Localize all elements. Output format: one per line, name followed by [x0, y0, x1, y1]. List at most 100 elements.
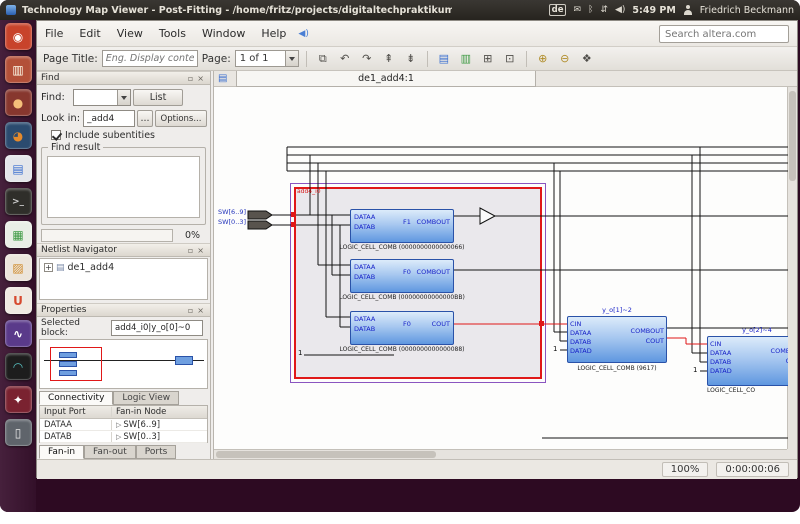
tab-ports[interactable]: Ports	[136, 445, 177, 459]
network-icon[interactable]: ⇵	[600, 5, 608, 15]
logic-cell-y1[interactable]: CIN DATAA DATAB DATAD COMBOUT COUT	[567, 316, 667, 363]
volume-icon[interactable]: ◀)	[615, 5, 625, 15]
find-panel-title: Find	[41, 73, 59, 83]
page-title-input[interactable]	[102, 50, 198, 67]
detach-window-button[interactable]: ⧉	[314, 50, 332, 68]
browse-button[interactable]: ...	[137, 110, 153, 127]
options-button[interactable]: Options...	[155, 110, 207, 127]
preview-thumbnail[interactable]	[39, 339, 208, 389]
mail-icon[interactable]: ✉	[573, 5, 581, 15]
fit-view-button[interactable]: ❖	[578, 50, 596, 68]
close-panel-icon[interactable]: ×	[195, 74, 206, 83]
menu-tools[interactable]: Tools	[151, 27, 194, 40]
launcher-icon-files[interactable]: ▥	[5, 56, 32, 83]
ubuntu-one-icon: U	[13, 294, 23, 308]
launcher-icon-tool[interactable]: ✦	[5, 386, 32, 413]
page-select[interactable]: 1 of 1	[235, 50, 299, 67]
launcher-icon-software[interactable]: ●	[5, 89, 32, 116]
input-pin-label[interactable]: SW[0..3]	[216, 219, 246, 226]
page-up-button[interactable]: ⇞	[380, 50, 398, 68]
left-dock: Find ▫ × Find: List Look in: ... Options…	[37, 71, 211, 459]
find-combobox[interactable]	[73, 89, 131, 106]
menu-help[interactable]: Help	[253, 27, 294, 40]
tab-fan-out[interactable]: Fan-out	[84, 445, 136, 459]
cell-port-datad: DATAD	[570, 348, 592, 355]
search-input[interactable]	[659, 25, 789, 43]
input-pin-label[interactable]: SW[6..9]	[216, 209, 246, 216]
schematic-canvas: ▤ de1_add4:1 add4_i0	[213, 71, 797, 459]
float-panel-icon[interactable]: ▫	[186, 246, 195, 255]
tree-item[interactable]: + ▤ de1_add4	[40, 259, 207, 273]
look-in-input[interactable]	[83, 110, 135, 127]
find-row: Find: List	[37, 89, 210, 106]
cell-port-dataa: DATAA	[710, 350, 731, 357]
launcher-icon-trash[interactable]: ▯	[5, 419, 32, 446]
launcher-icon-libreoffice-calc[interactable]: ▦	[5, 221, 32, 248]
menu-file[interactable]: File	[37, 27, 71, 40]
menu-view[interactable]: View	[109, 27, 151, 40]
list-button[interactable]: List	[133, 89, 183, 106]
zoom-out-button[interactable]: ⊖	[556, 50, 574, 68]
export-page-button[interactable]: ▥	[457, 50, 475, 68]
logic-cell-carry[interactable]: DATAA DATAB F0 COUT	[350, 311, 454, 345]
tab-logic-view[interactable]: Logic View	[113, 391, 179, 405]
selection-label: add4_i0	[297, 188, 321, 195]
page-down-button[interactable]: ⇟	[402, 50, 420, 68]
preview-cell	[59, 361, 77, 367]
canvas-tab[interactable]: de1_add4:1	[236, 71, 536, 87]
horizontal-scrollbar-thumb[interactable]	[216, 451, 436, 458]
tool-icon: ✦	[13, 393, 23, 407]
cell-port-cin: CIN	[710, 341, 721, 348]
table-row[interactable]: DATAA ▷SW[6..9]	[40, 419, 207, 431]
menu-edit[interactable]: Edit	[71, 27, 108, 40]
cell-port-datad: DATAD	[710, 368, 732, 375]
select-tool-button[interactable]: ⊡	[501, 50, 519, 68]
include-subentities-checkbox[interactable]	[51, 130, 61, 140]
tree-expander-icon[interactable]: +	[44, 263, 53, 272]
schematic-drawing-area[interactable]: add4_i0	[214, 87, 788, 449]
clock[interactable]: 5:49 PM	[632, 5, 675, 16]
launcher-icon-libreoffice-impress[interactable]: ▨	[5, 254, 32, 281]
output-pin-icon: ▷	[116, 421, 121, 429]
float-panel-icon[interactable]: ▫	[186, 306, 195, 315]
find-result-list[interactable]	[47, 156, 200, 218]
table-header-row: Input Port Fan-in Node	[40, 406, 207, 419]
horizontal-scrollbar[interactable]	[214, 449, 788, 459]
bottom-tab-bar: Fan-in Fan-out Ports	[39, 445, 176, 459]
launcher-icon-player[interactable]: ◠	[5, 353, 32, 380]
selected-block-input[interactable]	[111, 320, 203, 336]
panel-tab-bar: Connectivity Logic View	[39, 391, 179, 405]
close-panel-icon[interactable]: ×	[195, 246, 206, 255]
table-row[interactable]: DATAB ▷SW[0..3]	[40, 431, 207, 443]
find-label: Find:	[41, 92, 71, 103]
scrollbar-corner	[787, 449, 797, 459]
menu-window[interactable]: Window	[194, 27, 253, 40]
vertical-scrollbar-thumb[interactable]	[789, 91, 796, 181]
float-panel-icon[interactable]: ▫	[186, 74, 195, 83]
launcher-icon-ubuntu-one[interactable]: U	[5, 287, 32, 314]
cell-port-datab: DATAB	[354, 224, 375, 231]
netlist-tree: + ▤ de1_add4	[39, 258, 208, 300]
launcher-icon-dash[interactable]: ◉	[5, 23, 32, 50]
logic-cell-sum1[interactable]: DATAA DATAB F1 COMBOUT	[350, 209, 454, 243]
tab-connectivity[interactable]: Connectivity	[39, 391, 113, 405]
zoom-in-button[interactable]: ⊕	[534, 50, 552, 68]
logic-cell-y2[interactable]: CIN DATAA DATAB DATAD COMBOUT COUT	[707, 336, 788, 386]
forward-button[interactable]: ↷	[358, 50, 376, 68]
grid-button[interactable]: ⊞	[479, 50, 497, 68]
launcher-icon-terminal[interactable]: >_	[5, 188, 32, 215]
back-button[interactable]: ↶	[336, 50, 354, 68]
vertical-scrollbar[interactable]	[787, 87, 797, 449]
feedback-icon[interactable]: ◀)	[298, 29, 308, 39]
tab-fan-in[interactable]: Fan-in	[39, 445, 84, 459]
launcher-icon-audacity[interactable]: ∿	[5, 320, 32, 347]
launcher-icon-document-viewer[interactable]: ▤	[5, 155, 32, 182]
keyboard-indicator[interactable]: de	[549, 4, 567, 16]
username[interactable]: Friedrich Beckmann	[700, 5, 794, 16]
close-panel-icon[interactable]: ×	[195, 306, 206, 315]
launcher-icon-firefox[interactable]: ◕	[5, 122, 32, 149]
netlist-page-button[interactable]: ▤	[435, 50, 453, 68]
bluetooth-icon[interactable]: ᛒ	[588, 5, 593, 15]
output-pin-icon: ▷	[116, 433, 121, 441]
logic-cell-sum0[interactable]: DATAA DATAB F0 COMBOUT	[350, 259, 454, 293]
